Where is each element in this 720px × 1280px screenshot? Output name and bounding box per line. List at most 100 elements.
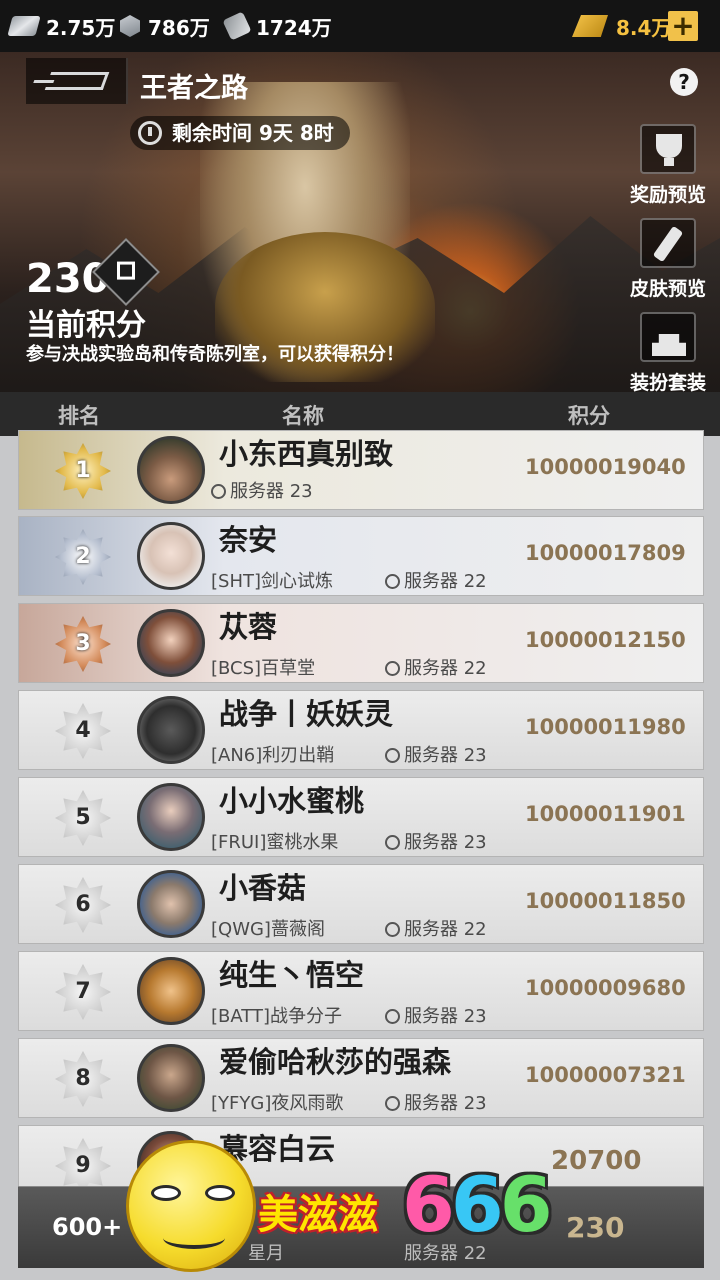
my-score: 230 bbox=[566, 1211, 625, 1244]
skin-preview-label: 皮肤预览 bbox=[629, 278, 706, 300]
help-icon[interactable]: ? bbox=[670, 68, 698, 96]
trophy-icon bbox=[656, 134, 682, 166]
player-clan: [BATT]战争分子 bbox=[211, 1006, 342, 1027]
sticker-eye bbox=[205, 1185, 235, 1201]
player-score: 10000011980 bbox=[525, 715, 686, 739]
player-server: 服务器 23 bbox=[385, 741, 487, 767]
rank-number: 8 bbox=[75, 1066, 91, 1091]
stand-icon bbox=[652, 334, 686, 356]
reward-preview-label: 奖励预览 bbox=[629, 184, 706, 206]
player-score: 20700 bbox=[551, 1146, 642, 1176]
gold-medal-icon: 1 bbox=[55, 443, 111, 499]
leaderboard-row[interactable]: 6 小香菇 [QWG]蔷薇阁 服务器 22 10000011850 bbox=[18, 864, 704, 944]
leaderboard-list[interactable]: 1 小东西真别致 服务器 23 10000019040 2 奈安 [SHT]剑心… bbox=[0, 430, 720, 1280]
globe-icon bbox=[385, 574, 400, 589]
cash-icon bbox=[7, 16, 41, 36]
currency-bar: 2.75万 786万 1724万 8.4万 + bbox=[0, 0, 720, 52]
avatar[interactable] bbox=[137, 436, 205, 504]
sticker-digit: 6 bbox=[402, 1160, 455, 1249]
rank-number: 1 bbox=[75, 458, 91, 483]
gold-bar-icon bbox=[572, 15, 608, 37]
player-server: 服务器 23 bbox=[385, 1089, 487, 1115]
globe-icon bbox=[385, 1009, 400, 1024]
rank-number: 5 bbox=[75, 805, 91, 830]
brush-icon bbox=[652, 225, 684, 263]
skin-preview-button[interactable]: 皮肤预览 bbox=[626, 218, 710, 301]
coupon-icon bbox=[222, 11, 252, 41]
rank-number: 4 bbox=[75, 718, 91, 743]
rank-badge-icon: 8 bbox=[55, 1051, 111, 1107]
player-name: 纯生丶悟空 bbox=[219, 958, 365, 992]
globe-icon bbox=[385, 922, 400, 937]
back-button[interactable] bbox=[26, 58, 128, 104]
globe-icon bbox=[385, 748, 400, 763]
player-score: 10000007321 bbox=[525, 1063, 686, 1087]
avatar[interactable] bbox=[137, 522, 205, 590]
server-text: 服务器 23 bbox=[404, 832, 487, 853]
player-name: 爱偷哈秋莎的强森 bbox=[219, 1045, 452, 1079]
score-column-header: 积分 bbox=[568, 404, 610, 428]
player-clan: [FRUI]蜜桃水果 bbox=[211, 832, 339, 853]
avatar[interactable] bbox=[137, 609, 205, 677]
sticker-digit: 6 bbox=[499, 1160, 553, 1249]
server-text: 服务器 23 bbox=[404, 745, 487, 766]
clock-icon bbox=[138, 121, 162, 145]
globe-icon bbox=[211, 484, 226, 499]
coupon-currency: 1724万 bbox=[222, 0, 332, 52]
leaderboard-row[interactable]: 5 小小水蜜桃 [FRUI]蜜桃水果 服务器 23 10000011901 bbox=[18, 777, 704, 857]
coupon-value: 1724万 bbox=[256, 15, 332, 40]
avatar[interactable] bbox=[137, 1044, 205, 1112]
avatar[interactable] bbox=[137, 957, 205, 1025]
remaining-time-badge: 剩余时间 9天 8时 bbox=[130, 116, 350, 150]
leaderboard-row[interactable]: 4 战争丨妖妖灵 [AN6]利刃出鞘 服务器 23 10000011980 bbox=[18, 690, 704, 770]
player-name: 苁蓉 bbox=[219, 610, 278, 644]
player-name: 奈安 bbox=[219, 523, 278, 557]
server-text: 服务器 22 bbox=[404, 658, 487, 679]
server-text: 服务器 23 bbox=[230, 481, 313, 502]
player-score: 10000011901 bbox=[525, 802, 686, 826]
app-root: 2.75万 786万 1724万 8.4万 + 王者之路 ? 剩余时间 9天 8… bbox=[0, 0, 720, 1280]
avatar[interactable] bbox=[137, 696, 205, 764]
outfit-set-label: 装扮套装 bbox=[629, 372, 706, 394]
rank-number: 7 bbox=[75, 979, 91, 1004]
leaderboard-row[interactable]: 3 苁蓉 [BCS]百草堂 服务器 22 10000012150 bbox=[18, 603, 704, 683]
player-name: 小东西真别致 bbox=[219, 437, 394, 471]
bronze-medal-icon: 3 bbox=[55, 616, 111, 672]
avatar[interactable] bbox=[137, 783, 205, 851]
cube-value: 786万 bbox=[148, 15, 210, 40]
reward-preview-button[interactable]: 奖励预览 bbox=[626, 124, 710, 207]
rank-column-header: 排名 bbox=[58, 404, 100, 428]
player-server: 服务器 22 bbox=[385, 915, 487, 941]
player-score: 10000009680 bbox=[525, 976, 686, 1000]
player-server: 服务器 23 bbox=[385, 828, 487, 854]
player-server: 服务器 23 bbox=[385, 1002, 487, 1028]
sticker-eye bbox=[151, 1185, 181, 1201]
player-server: 服务器 22 bbox=[385, 567, 487, 593]
globe-icon bbox=[385, 661, 400, 676]
server-text: 服务器 23 bbox=[404, 1093, 487, 1114]
smiley-face-sticker bbox=[126, 1140, 256, 1272]
leaderboard-row[interactable]: 8 爱偷哈秋莎的强森 [YFYG]夜风雨歌 服务器 23 10000007321 bbox=[18, 1038, 704, 1118]
player-clan: [QWG]蔷薇阁 bbox=[211, 919, 325, 940]
player-score: 10000017809 bbox=[525, 541, 686, 565]
gold-currency: 8.4万 bbox=[572, 0, 671, 52]
add-gold-button[interactable]: + bbox=[668, 11, 698, 41]
player-score: 10000011850 bbox=[525, 889, 686, 913]
leaderboard-row[interactable]: 1 小东西真别致 服务器 23 10000019040 bbox=[18, 430, 704, 510]
current-score-label: 当前积分 bbox=[26, 308, 146, 343]
rank-badge-icon: 4 bbox=[55, 703, 111, 759]
player-server: 服务器 22 bbox=[385, 654, 487, 680]
sticker-digit: 6 bbox=[450, 1160, 504, 1249]
leaderboard-row[interactable]: 7 纯生丶悟空 [BATT]战争分子 服务器 23 10000009680 bbox=[18, 951, 704, 1031]
server-text: 服务器 22 bbox=[404, 571, 487, 592]
silver-medal-icon: 2 bbox=[55, 529, 111, 585]
rank-badge-icon: 5 bbox=[55, 790, 111, 846]
player-clan: [AN6]利刃出鞘 bbox=[211, 745, 335, 766]
outfit-set-button[interactable]: 装扮套装 bbox=[626, 312, 710, 395]
rank-number: 3 bbox=[75, 631, 91, 656]
avatar[interactable] bbox=[137, 870, 205, 938]
player-name: 小小水蜜桃 bbox=[219, 784, 365, 818]
leaderboard-row[interactable]: 2 奈安 [SHT]剑心试炼 服务器 22 10000017809 bbox=[18, 516, 704, 596]
sticker-number: 666 bbox=[402, 1160, 553, 1249]
player-clan: [BCS]百草堂 bbox=[211, 658, 316, 679]
